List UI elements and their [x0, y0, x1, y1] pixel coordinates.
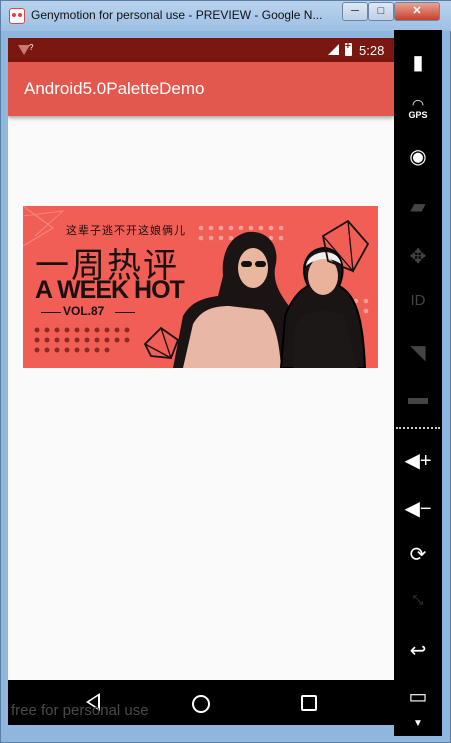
camera-icon[interactable]: ◉	[394, 144, 442, 169]
rotate-icon[interactable]: ⟳	[394, 542, 442, 567]
maximize-button[interactable]: □	[368, 2, 394, 21]
banner-divider-right	[115, 312, 135, 313]
signal-icon	[328, 44, 339, 55]
banner-image[interactable]: 这辈子逃不开这娘俩儿 一周热评 A WEEK HOT VOL.87	[23, 206, 378, 368]
wifi-badge: ?	[29, 43, 34, 52]
gps-button[interactable]: ◠ GPS	[394, 96, 442, 120]
genymotion-logo-icon	[9, 8, 25, 24]
gps-icon: ◠	[411, 96, 425, 112]
window-title: Genymotion for personal use - PREVIEW - …	[31, 8, 323, 22]
rss-icon: ◥	[410, 342, 426, 364]
back-icon[interactable]: ↩	[394, 638, 442, 663]
banner-subtitle: 这辈子逃不开这娘俩儿	[66, 225, 186, 237]
banner-volume: VOL.87	[63, 304, 105, 318]
more-arrow-icon[interactable]: ▼	[394, 718, 442, 729]
status-clock: 5:28	[359, 43, 385, 58]
battery-icon[interactable]: ▮	[394, 50, 442, 75]
nav-home-icon[interactable]	[192, 695, 210, 713]
app-bar: Android5.0PaletteDemo	[8, 62, 394, 116]
window-titlebar[interactable]: Genymotion for personal use - PREVIEW - …	[1, 1, 451, 31]
recent-apps-icon[interactable]: ▭	[394, 684, 442, 709]
banner-title-en: A WEEK HOT	[35, 276, 185, 304]
app-title: Android5.0PaletteDemo	[24, 79, 205, 98]
banner-divider-left	[41, 312, 61, 313]
status-bar: ? 5:28	[8, 38, 394, 62]
minimize-button[interactable]: ─	[342, 2, 368, 21]
volume-up-icon[interactable]: ◀+	[394, 448, 442, 473]
battery-charging-icon	[345, 41, 352, 56]
nav-recent-icon[interactable]	[301, 695, 317, 711]
sms-icon: ▬	[408, 387, 428, 409]
toolbar-separator	[396, 427, 440, 429]
android-screen: ? 5:28 Android5.0PaletteDemo	[8, 38, 394, 680]
gps-label: GPS	[408, 110, 428, 120]
id-icon: ID	[410, 292, 426, 309]
pixel-perfect-icon: ⤡	[412, 592, 424, 607]
close-button[interactable]: ✕	[394, 2, 440, 21]
volume-down-icon[interactable]: ◀−	[394, 496, 442, 521]
personal-use-watermark: free for personal use	[11, 702, 149, 719]
genymotion-toolbar: ▮ ◠ GPS ◉ ▰ ✥ ID ◥ ▬ ◀+ ◀− ⟳ ⤡ ↩ ▭ ▼	[394, 30, 442, 736]
video-icon: ▰	[410, 196, 426, 218]
dpad-icon: ✥	[409, 246, 427, 268]
